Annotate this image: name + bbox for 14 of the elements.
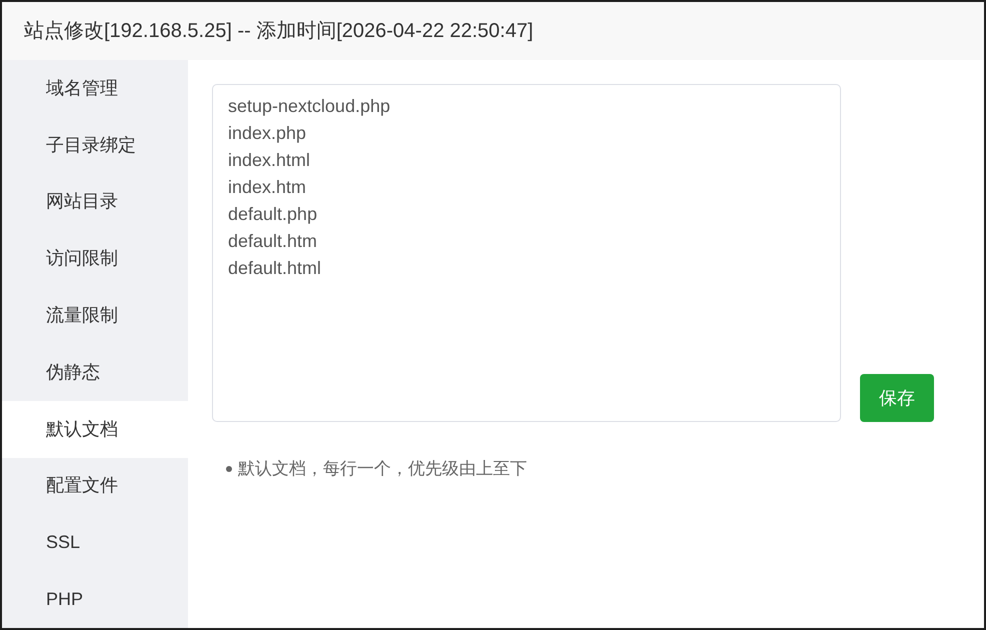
- sidebar-item[interactable]: PHP: [2, 571, 188, 628]
- sidebar-item[interactable]: 默认文档: [2, 400, 188, 458]
- sidebar-item[interactable]: 子目录绑定: [2, 116, 188, 174]
- default-documents-field[interactable]: setup-nextcloud.php index.php index.html index.htm default.php default.htm default.html: [212, 84, 841, 422]
- sidebar-item[interactable]: 访问限制: [2, 230, 188, 288]
- sidebar-item[interactable]: 流量限制: [2, 287, 188, 344]
- sidebar-item[interactable]: 网站目录: [2, 174, 188, 230]
- sidebar-item[interactable]: 配置文件: [2, 458, 188, 514]
- hint-text: 默认文档，每行一个，优先级由上至下: [238, 458, 527, 480]
- sidebar-item[interactable]: SSL: [2, 514, 188, 572]
- window-title: 站点修改[192.168.5.25] -- 添加时间[2026-04-22 22:50:47]: [24, 19, 534, 44]
- sidebar-item[interactable]: 域名管理: [2, 60, 188, 117]
- bullet-icon: [226, 466, 232, 472]
- sidebar-item[interactable]: 伪静态: [2, 344, 188, 401]
